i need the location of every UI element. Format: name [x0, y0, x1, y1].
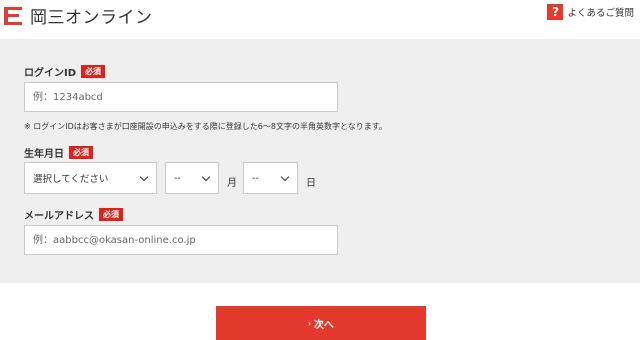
faq-link[interactable]: ? よくあるご質問: [547, 4, 634, 20]
birth-month-select[interactable]: --: [165, 162, 219, 194]
logo[interactable]: 岡三オンライン: [4, 3, 153, 28]
logo-text: 岡三オンライン: [30, 8, 153, 28]
next-button-label: 次へ: [313, 319, 334, 331]
logo-mark-icon: [4, 6, 24, 26]
required-badge: 必須: [81, 65, 106, 78]
month-unit-label: 月: [227, 178, 237, 189]
email-input[interactable]: [24, 225, 338, 255]
chevron-down-icon: [280, 172, 290, 182]
birth-year-select[interactable]: 選択してください: [24, 162, 157, 194]
birth-day-select[interactable]: --: [243, 162, 298, 194]
chevron-down-icon: [201, 172, 211, 182]
login-id-label: ログインID 必須: [24, 64, 106, 79]
faq-label: よくあるご質問: [567, 8, 634, 19]
birthdate-label-text: 生年月日: [24, 149, 64, 160]
birth-month-value: --: [174, 172, 181, 184]
page-header: 岡三オンライン ? よくあるご質問: [0, 0, 640, 30]
chevron-right-icon: ›: [308, 318, 311, 328]
day-unit-label: 日: [306, 178, 316, 189]
birth-day-value: --: [252, 172, 259, 184]
required-badge: 必須: [69, 146, 93, 159]
question-icon: ?: [547, 4, 564, 20]
chevron-down-icon: [139, 172, 149, 182]
email-label: メールアドレス 必須: [24, 207, 123, 222]
login-id-label-text: ログインID: [24, 68, 77, 79]
birth-year-value: 選択してください: [33, 174, 109, 185]
birthdate-label: 生年月日 必須: [24, 145, 93, 160]
login-id-note: ※ ログインIDはお客さまが口座開設の申込みをする際に登録した6～8文字の半角英…: [24, 122, 387, 131]
required-badge: 必須: [99, 208, 123, 221]
login-id-input[interactable]: [24, 82, 338, 112]
next-button[interactable]: › 次へ: [216, 306, 426, 340]
email-label-text: メールアドレス: [24, 211, 94, 222]
